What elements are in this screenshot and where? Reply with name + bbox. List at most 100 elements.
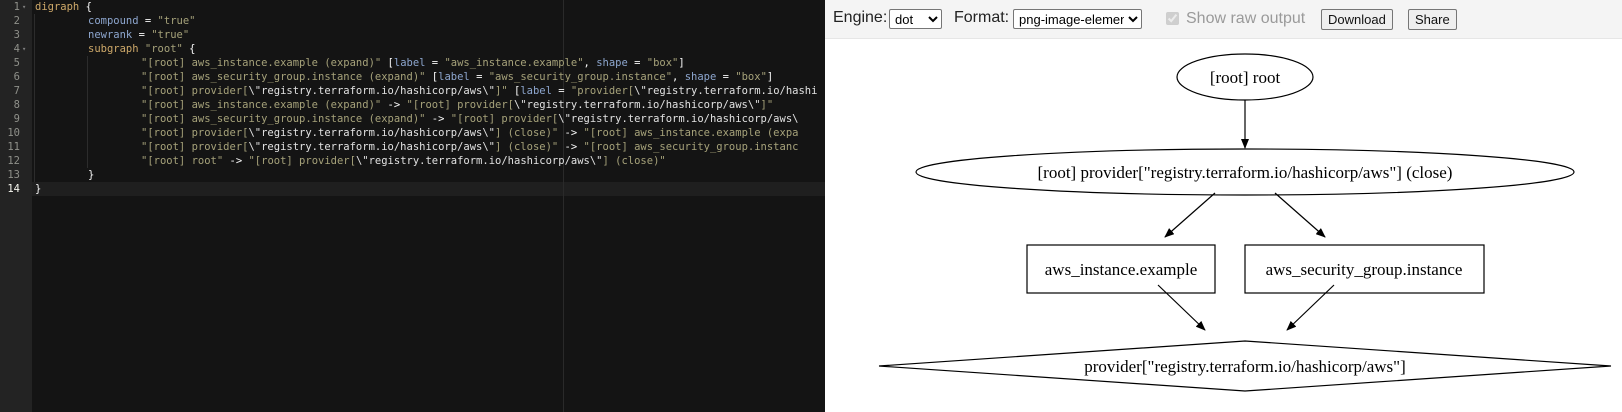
edge-provider-close-to-aws-instance: [1164, 192, 1216, 238]
code-token: =: [716, 71, 736, 83]
code-token: \"registry.terraform.io/hashicorp/aws\": [248, 141, 496, 153]
code-token: "[root] aws_security_group.instance (exp…: [141, 71, 426, 83]
code-token: }: [88, 169, 95, 181]
code-token: \"registry.terraform.io/hashicorp/aws\": [248, 127, 496, 139]
line-number: 13: [7, 169, 20, 181]
code-line[interactable]: 4 ▾ subgraph "root" {: [0, 42, 825, 56]
code-line[interactable]: 14}: [0, 182, 825, 196]
node-provider-close-label: [root] provider["registry.terraform.io/h…: [1038, 163, 1453, 182]
node-provider-label: provider["registry.terraform.io/hashicor…: [1084, 357, 1406, 376]
indent-guide: [87, 154, 88, 168]
code-token: {: [182, 43, 196, 55]
code-token: label: [520, 85, 552, 97]
code-token: label: [438, 71, 470, 83]
code-line[interactable]: 5 "[root] aws_instance.example (expand)" …: [0, 56, 825, 70]
share-button[interactable]: Share: [1408, 9, 1457, 30]
code-line[interactable]: 3 newrank = "true": [0, 28, 825, 42]
code-editor[interactable]: 1 ▾ digraph {2 compound = "true" 3 newrank = …: [0, 0, 825, 412]
output-pane: Engine: dot Format: png-image-element Sh…: [825, 0, 1622, 412]
code-token: ]": [495, 85, 508, 97]
code-token: ->: [223, 155, 249, 167]
code-text: "[root] root" -> "[root] provider[\"regi…: [141, 154, 666, 168]
line-number: 5: [13, 57, 20, 69]
code-token: ] (close)": [602, 155, 666, 167]
code-token: ,: [583, 57, 597, 69]
engine-label: Engine:: [833, 9, 888, 26]
code-line[interactable]: 7 "[root] provider[\"registry.terraform.i…: [0, 84, 825, 98]
indent-guide: [34, 140, 35, 154]
line-number: 7: [13, 85, 20, 97]
code-line[interactable]: 10 "[root] provider[\"registry.terraform.…: [0, 126, 825, 140]
graph-output: [root] root [root] provider["registry.te…: [878, 53, 1612, 392]
indent-guide: [87, 84, 88, 98]
indent-guide: [34, 126, 35, 140]
toolbar: Engine: dot Format: png-image-element Sh…: [825, 0, 1622, 39]
code-token: \"registry.terraform.io/hashicorp/aws\": [248, 85, 496, 97]
code-token: ->: [558, 127, 584, 139]
line-number: 2: [13, 15, 20, 27]
indent-guide: [34, 112, 35, 126]
code-token: "[root] root": [141, 155, 224, 167]
code-token: "box": [646, 57, 679, 69]
indent-guide: [34, 56, 35, 70]
engine-select[interactable]: dot: [889, 9, 942, 29]
indent-guide: [34, 154, 35, 168]
download-button[interactable]: Download: [1321, 9, 1393, 30]
line-number: 3: [13, 29, 20, 41]
code-token: "[root] provider[: [406, 99, 514, 111]
code-token: "[root] provider[: [450, 113, 559, 125]
code-token: "[root] aws_instance.example (expand)": [141, 99, 382, 111]
indent-guide: [34, 28, 35, 42]
indent-guide: [34, 70, 35, 84]
code-line[interactable]: 1 ▾ digraph {: [0, 0, 825, 14]
line-number: 6: [13, 71, 20, 83]
code-line[interactable]: 9 "[root] aws_security_group.instance (ex…: [0, 112, 825, 126]
code-text: "[root] aws_instance.example (expand)" […: [141, 56, 685, 70]
code-token: =: [425, 57, 445, 69]
code-token: ] (close)": [495, 127, 559, 139]
code-token: {: [85, 1, 92, 13]
code-line[interactable]: 6 "[root] aws_security_group.instance (ex…: [0, 70, 825, 84]
indent-guide: [87, 56, 88, 70]
line-number: 14: [7, 183, 20, 195]
indent-guide: [34, 14, 35, 28]
code-line[interactable]: 11 "[root] provider[\"registry.terraform.…: [0, 140, 825, 154]
fold-toggle-icon[interactable]: ▾: [22, 42, 26, 56]
code-token: [: [507, 85, 521, 97]
code-token: ->: [558, 141, 584, 153]
indent-guide: [87, 126, 88, 140]
indent-guide: [87, 112, 88, 126]
code-token: ]": [760, 99, 774, 111]
indent-guide: [34, 98, 35, 112]
code-token: "[root] provider[: [141, 141, 249, 153]
code-token: "[root] aws_security_group.instanc: [583, 141, 799, 153]
node-aws-instance-label: aws_instance.example: [1045, 260, 1197, 279]
code-token: [: [381, 57, 394, 69]
indent-guide: [34, 168, 35, 182]
code-token: "box": [735, 71, 767, 83]
fold-toggle-icon[interactable]: ▾: [22, 0, 26, 14]
code-token: "aws_instance.example": [444, 57, 584, 69]
code-text: }: [88, 168, 94, 182]
code-line[interactable]: 13}: [0, 168, 825, 182]
code-text: "[root] aws_security_group.instance (exp…: [141, 112, 798, 126]
code-token: "aws_security_group.instance": [488, 71, 673, 83]
line-number: 8: [13, 99, 20, 111]
code-token: =: [627, 57, 647, 69]
code-text: compound = "true": [88, 14, 195, 28]
code-text: "[root] aws_instance.example (expand)" -…: [141, 98, 773, 112]
line-number: 12: [7, 155, 20, 167]
edge-aws-instance-to-provider: [1157, 284, 1206, 331]
code-line[interactable]: 12 "[root] root" -> "[root] provider[\"re…: [0, 154, 825, 168]
code-token: "[root] provider[: [141, 85, 249, 97]
code-token: =: [551, 85, 571, 97]
code-token: "true": [151, 29, 190, 41]
format-select[interactable]: png-image-element: [1013, 9, 1142, 29]
code-token: \"registry.terraform.io/hashicorp/aws\: [558, 113, 799, 125]
indent-guide: [87, 70, 88, 84]
code-token: [: [425, 71, 439, 83]
code-line[interactable]: 2 compound = "true": [0, 14, 825, 28]
code-line[interactable]: 8 "[root] aws_instance.example (expand)" …: [0, 98, 825, 112]
code-token: shape: [684, 71, 717, 83]
raw-output-checkbox[interactable]: [1166, 12, 1179, 25]
